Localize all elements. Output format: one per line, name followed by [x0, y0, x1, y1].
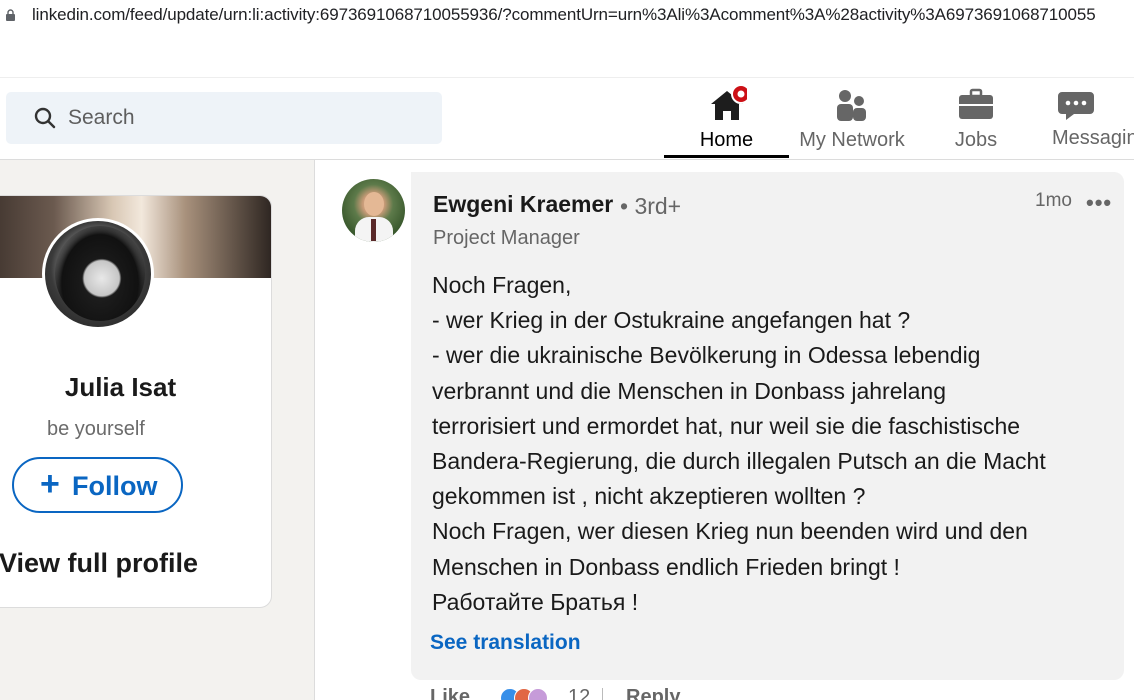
see-translation-link[interactable]: See translation: [430, 631, 581, 655]
profile-headline: be yourself: [47, 418, 145, 440]
connection-degree: • 3rd+: [620, 193, 682, 219]
profile-avatar[interactable]: [42, 218, 154, 330]
comment-line: Noch Fragen,: [432, 272, 572, 298]
nav-my-network-label: My Network: [799, 129, 905, 151]
actions-divider: [602, 688, 603, 700]
support-reaction-icon: [528, 688, 548, 700]
home-icon: [710, 84, 747, 120]
nav-messaging-label: Messagin: [1052, 127, 1134, 149]
comment-line: - wer die ukrainische Bevölkerung in Ode…: [432, 342, 981, 369]
message-icon: [1058, 92, 1094, 120]
follow-button[interactable]: + Follow: [12, 457, 183, 513]
reactions-summary[interactable]: [500, 688, 560, 700]
follow-label: Follow: [72, 471, 158, 501]
comment-line: Работайте Братья !: [432, 588, 639, 615]
reaction-count[interactable]: 12: [568, 686, 590, 700]
search-placeholder: Search: [68, 106, 135, 129]
nav-my-network[interactable]: My Network: [790, 78, 914, 158]
comment-text: Noch Fragen, - wer Krieg in der Ostukrai…: [432, 268, 1112, 620]
comment-timestamp: 1mo: [1035, 190, 1072, 211]
lock-icon: [6, 9, 15, 21]
comment-line: Bandera-Regierung, die durch illegalen P…: [432, 448, 1046, 475]
comment-line: Noch Fragen, wer diesen Krieg nun beende…: [432, 518, 1028, 545]
commenter-avatar[interactable]: [342, 179, 405, 242]
url-text: linkedin.com/feed/update/urn:li:activity…: [32, 5, 1096, 24]
people-icon: [837, 90, 866, 121]
briefcase-icon: [959, 88, 993, 119]
browser-url-bar[interactable]: linkedin.com/feed/update/urn:li:activity…: [0, 0, 1134, 32]
comment-line: verbrannt und die Menschen in Donbass ja…: [432, 377, 946, 404]
nav-home[interactable]: Home: [664, 78, 789, 158]
like-button[interactable]: Like: [430, 686, 470, 700]
more-options-icon[interactable]: •••: [1086, 190, 1112, 216]
reply-button[interactable]: Reply: [626, 686, 680, 700]
plus-icon: +: [40, 465, 60, 503]
nav-home-label: Home: [699, 129, 754, 151]
profile-card: Julia Isat be yourself + Follow View ful…: [0, 195, 272, 608]
comment-line: gekommen ist , nicht akzeptieren wollten…: [432, 483, 866, 510]
comment-line: terrorisiert und ermordet hat, nur weil …: [432, 412, 1021, 439]
nav-jobs[interactable]: Jobs: [926, 78, 1026, 158]
profile-name-wrap: Julia Isat: [0, 372, 216, 403]
nav-jobs-label: Jobs: [954, 129, 998, 151]
bookmarks-bar: [0, 32, 1134, 78]
search-icon: [34, 107, 56, 129]
profile-name[interactable]: Julia Isat: [65, 372, 176, 403]
comment-line: Menschen in Donbass endlich Frieden brin…: [432, 553, 900, 580]
commenter-name[interactable]: Ewgeni Kraemer: [433, 191, 613, 218]
nav-messaging[interactable]: Messagin: [1046, 78, 1134, 158]
view-full-profile-link[interactable]: View full profile: [0, 548, 198, 579]
top-navbar: Search Home My Network Jobs Messagin: [0, 78, 1134, 160]
search-box[interactable]: Search: [6, 92, 442, 144]
commenter-title: Project Manager: [433, 227, 580, 249]
comment-line: - wer Krieg in der Ostukraine angefangen…: [432, 307, 911, 334]
